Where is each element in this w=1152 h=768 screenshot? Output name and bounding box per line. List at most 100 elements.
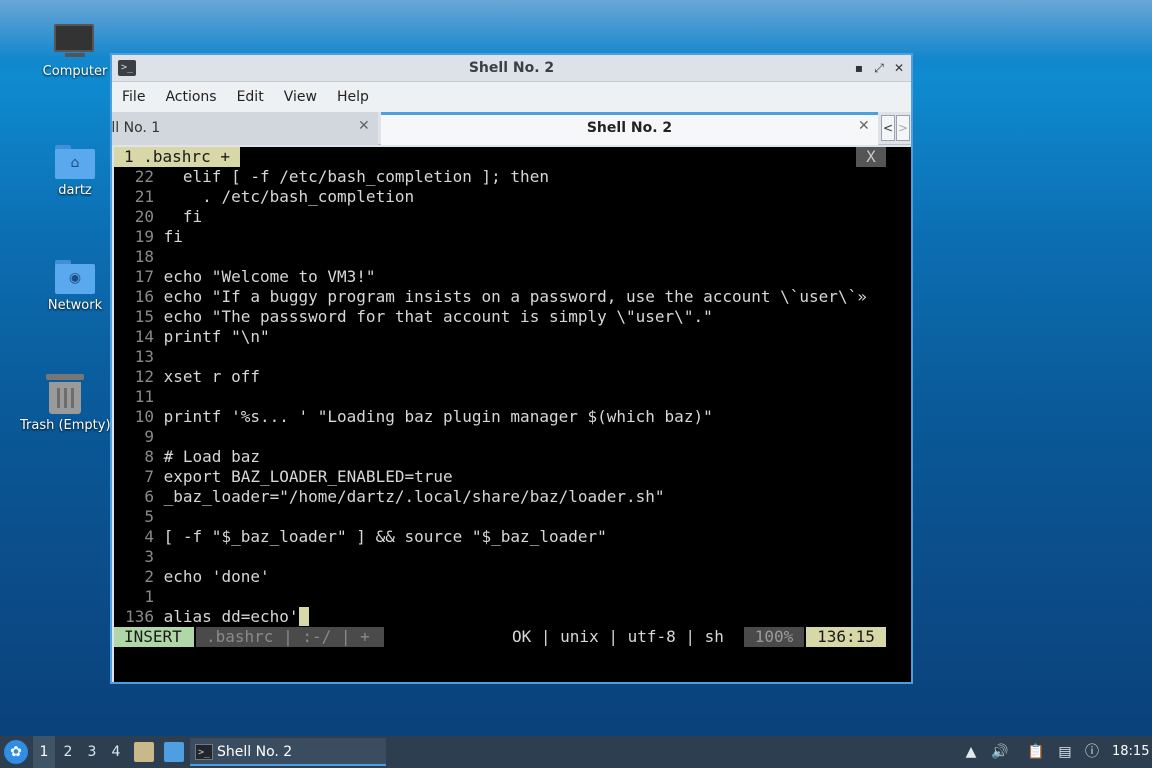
trash-icon	[46, 374, 84, 414]
line-number: 1	[144, 587, 154, 606]
menu-view[interactable]: View	[284, 89, 329, 105]
menu-help[interactable]: Help	[337, 89, 381, 105]
network-icon[interactable]: ▤	[1054, 742, 1076, 762]
info-icon[interactable]: ⓘ	[1082, 742, 1102, 762]
vim-line: 2 echo 'done'	[114, 567, 911, 587]
line-number: 12	[134, 367, 154, 386]
vim-line: 14 printf "\n"	[114, 327, 911, 347]
text-cursor	[298, 607, 309, 626]
workspace-4[interactable]: 4	[105, 736, 127, 768]
vim-line: 136 alias dd=echo'	[114, 607, 911, 627]
line-code: _baz_loader="/home/dartz/.local/share/ba…	[163, 487, 665, 506]
vim-line: 20 fi	[114, 207, 911, 227]
line-code: fi	[163, 207, 203, 226]
line-number: 11	[134, 387, 154, 406]
line-number: 6	[144, 487, 154, 506]
line-code: echo "Welcome to VM3!"	[163, 267, 376, 286]
vim-line: 10 printf '%s... ' "Loading baz plugin m…	[114, 407, 911, 427]
line-code: echo 'done'	[163, 567, 270, 586]
desktop-icon-trash[interactable]: Trash (Empty)	[20, 374, 110, 433]
tab-label: Shell No. 2	[586, 120, 673, 136]
line-number: 136	[125, 607, 154, 626]
vim-line: 15 echo "The passsword for that account …	[114, 307, 911, 327]
line-number: 15	[134, 307, 154, 326]
workspace-2[interactable]: 2	[57, 736, 79, 768]
close-button[interactable]: ✕	[890, 59, 908, 77]
menubar: File Actions Edit View Help	[112, 82, 911, 112]
clock: 18:15	[1112, 744, 1150, 759]
maximize-button[interactable]: ⤢	[870, 59, 888, 77]
line-code: # Load baz	[163, 447, 260, 466]
vim-file-info: .bashrc | :-/ | +	[196, 627, 384, 647]
tab-scroll-left-button[interactable]: <	[881, 115, 895, 141]
line-code: . /etc/bash_completion	[163, 187, 415, 206]
line-number: 20	[134, 207, 154, 226]
line-code: alias dd=echo'	[163, 607, 299, 626]
line-number: 22	[134, 167, 154, 186]
line-code: printf "\n"	[163, 327, 270, 346]
line-number: 4	[144, 527, 154, 546]
vim-line: 6 _baz_loader="/home/dartz/.local/share/…	[114, 487, 911, 507]
line-code: printf '%s... ' "Loading baz plugin mana…	[163, 407, 713, 426]
taskbar: ✿ 1 2 3 4 >_ Shell No. 2 ▲ 🔊 📋 ▤ ⓘ 18:15	[0, 736, 1152, 768]
tray-up-arrow-icon[interactable]: ▲	[962, 742, 980, 762]
vim-percent: 100%	[744, 627, 804, 647]
line-number: 16	[134, 287, 154, 306]
file-manager-icon[interactable]	[134, 742, 154, 762]
vim-cursor-position: 136:15	[806, 627, 886, 647]
menu-actions[interactable]: Actions	[165, 89, 228, 105]
window-titlebar[interactable]: >_ Shell No. 2 ▪ ⤢ ✕	[112, 55, 911, 82]
line-number: 3	[144, 547, 154, 566]
vim-line: 12 xset r off	[114, 367, 911, 387]
line-code: export BAZ_LOADER_ENABLED=true	[163, 467, 453, 486]
line-number: 5	[144, 507, 154, 526]
menu-file[interactable]: File	[122, 89, 157, 105]
line-number: 13	[134, 347, 154, 366]
terminal-icon: >_	[195, 744, 213, 760]
show-desktop-icon[interactable]	[164, 742, 184, 762]
home-folder-icon: ⌂	[55, 145, 95, 179]
tab-bar: Shell No. 1 ✕ Shell No. 2 ✕ < >	[112, 112, 911, 145]
vim-buffer: 22 elif [ -f /etc/bash_completion ]; the…	[114, 167, 911, 627]
start-menu-icon[interactable]: ✿	[4, 740, 28, 764]
vim-line: 7 export BAZ_LOADER_ENABLED=true	[114, 467, 911, 487]
clipboard-icon[interactable]: 📋	[1026, 742, 1046, 762]
vim-line: 3	[114, 547, 911, 567]
workspace-3[interactable]: 3	[81, 736, 103, 768]
menu-edit[interactable]: Edit	[237, 89, 276, 105]
vim-line: 8 # Load baz	[114, 447, 911, 467]
vim-buffer-tab: 1 .bashrc +	[114, 147, 240, 167]
vim-line: 21 . /etc/bash_completion	[114, 187, 911, 207]
volume-icon[interactable]: 🔊	[990, 742, 1010, 762]
desktop-wallpaper	[0, 0, 1152, 60]
minimize-button[interactable]: ▪	[850, 59, 868, 77]
terminal-content[interactable]: 1 .bashrc + X 22 elif [ -f /etc/bash_com…	[114, 147, 911, 682]
line-number: 7	[144, 467, 154, 486]
vim-line: 9	[114, 427, 911, 447]
desktop-icon-label: Trash (Empty)	[20, 418, 110, 433]
tab-scroll-right-button[interactable]: >	[896, 115, 910, 141]
line-number: 10	[134, 407, 154, 426]
vim-tabline: 1 .bashrc + X	[114, 147, 911, 167]
line-number: 8	[144, 447, 154, 466]
line-code: xset r off	[163, 367, 260, 386]
line-number: 9	[144, 427, 154, 446]
vim-line: 11	[114, 387, 911, 407]
tab-shell-2[interactable]: Shell No. 2 ✕	[381, 112, 878, 145]
vim-line: 1	[114, 587, 911, 607]
vim-line: 5	[114, 507, 911, 527]
tab-close-icon[interactable]: ✕	[358, 118, 370, 134]
line-number: 21	[134, 187, 154, 206]
line-number: 14	[134, 327, 154, 346]
vim-line: 18	[114, 247, 911, 267]
taskbar-task-shell[interactable]: >_ Shell No. 2	[190, 738, 386, 766]
vim-line: 16 echo "If a buggy program insists on a…	[114, 287, 911, 307]
tab-label: Shell No. 1	[112, 120, 161, 136]
workspace-1[interactable]: 1	[33, 736, 55, 768]
vim-line: 13	[114, 347, 911, 367]
line-code: fi	[163, 227, 183, 246]
tab-shell-1[interactable]: Shell No. 1 ✕	[112, 112, 378, 145]
tab-close-icon[interactable]: ✕	[858, 118, 870, 134]
taskbar-task-label: Shell No. 2	[217, 744, 293, 760]
line-number: 17	[134, 267, 154, 286]
